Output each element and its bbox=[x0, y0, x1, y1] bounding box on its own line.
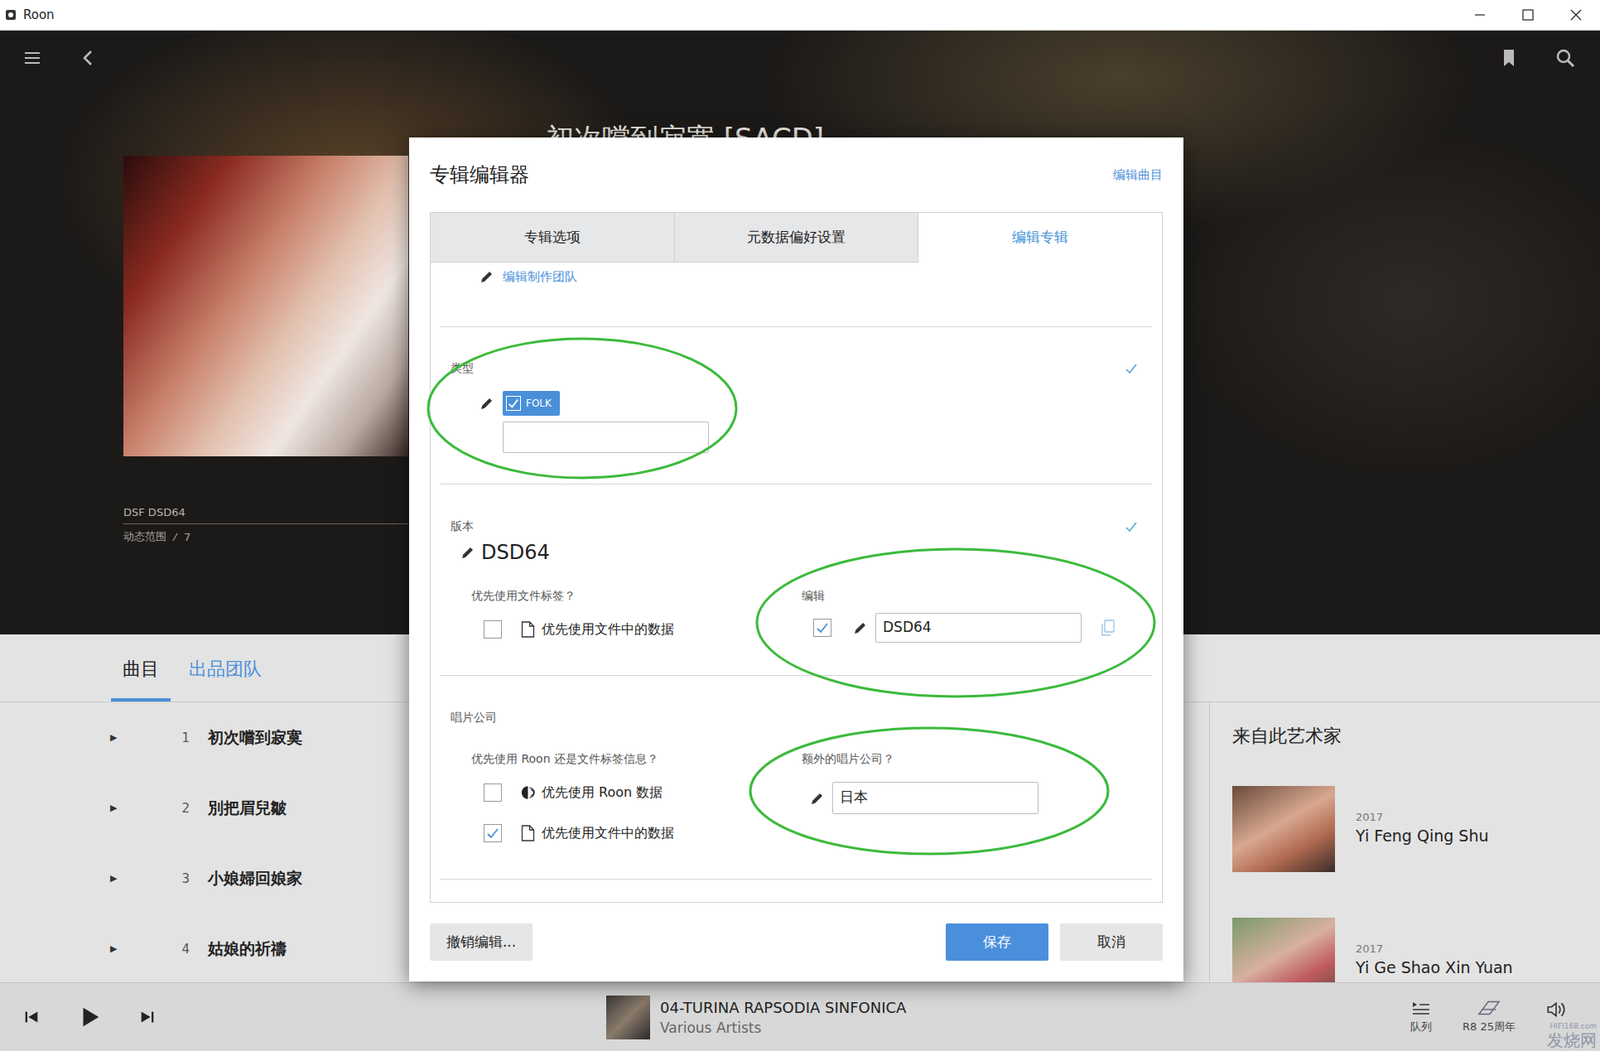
dialog-title: 专辑编辑器 bbox=[429, 161, 530, 188]
check-icon bbox=[815, 621, 829, 635]
album-thumbnail bbox=[1232, 785, 1335, 873]
file-icon bbox=[520, 824, 535, 842]
album-art bbox=[123, 155, 409, 457]
pencil-icon bbox=[461, 545, 475, 560]
close-icon[interactable] bbox=[1551, 0, 1600, 30]
file-icon bbox=[520, 621, 535, 638]
record-label-section: 唱片公司 优先使用 Roon 还是文件标签信息？ 优先使用 Roon 数据 优先… bbox=[430, 675, 1162, 879]
highlight-ellipse bbox=[756, 549, 1155, 697]
pencil-icon bbox=[853, 621, 868, 635]
copy-icon[interactable] bbox=[1101, 619, 1115, 637]
highlight-ellipse bbox=[428, 338, 737, 478]
artist-album[interactable]: 2017 Yi Ge Shao Xin Yuan bbox=[1232, 917, 1600, 983]
album-editor-dialog: 专辑编辑器 编辑曲目 专辑选项元数据偏好设置编辑专辑 编辑制作团队 类型 FOL… bbox=[409, 137, 1184, 982]
dynamic-range-icon bbox=[171, 532, 179, 542]
edit-panel: 编辑制作团队 类型 FOLK 版本 DSD64 优先使用文件标签？ 优先使用文件… bbox=[429, 262, 1163, 903]
logo-icon bbox=[1477, 999, 1501, 1017]
next-icon[interactable] bbox=[138, 1007, 157, 1027]
highlight-ellipse bbox=[750, 727, 1109, 854]
album-thumbnail bbox=[1232, 917, 1335, 983]
roon-logo-icon bbox=[4, 9, 17, 21]
title-bar: Roon bbox=[0, 0, 1600, 31]
prefer-file-option[interactable]: 优先使用文件中的数据 bbox=[450, 620, 802, 639]
track-play-icon[interactable]: ▶ bbox=[110, 943, 122, 955]
pencil-icon bbox=[810, 791, 825, 805]
dynamic-range: 动态范围 7 bbox=[123, 529, 409, 545]
genre-input[interactable] bbox=[502, 421, 709, 454]
page-tab[interactable]: 曲目 bbox=[110, 634, 171, 702]
search-icon[interactable] bbox=[1555, 48, 1576, 68]
checkbox[interactable] bbox=[813, 618, 832, 637]
checkbox[interactable] bbox=[483, 620, 502, 639]
dialog-tab[interactable]: 专辑选项 bbox=[429, 212, 675, 263]
window-title: Roon bbox=[23, 7, 55, 23]
edit-tracks-link[interactable]: 编辑曲目 bbox=[1113, 167, 1163, 184]
cancel-button[interactable]: 取消 bbox=[1060, 923, 1163, 961]
version-section: 版本 DSD64 优先使用文件标签？ 优先使用文件中的数据 编辑 DSD64 bbox=[430, 484, 1162, 675]
edit-credits-link[interactable]: 编辑制作团队 bbox=[502, 269, 578, 285]
revert-button[interactable]: 撤销编辑... bbox=[429, 923, 533, 961]
check-icon bbox=[507, 397, 520, 410]
previous-icon[interactable] bbox=[22, 1007, 41, 1027]
version-value: DSD64 bbox=[481, 540, 550, 564]
now-playing-thumbnail bbox=[606, 995, 651, 1040]
album-format: DSF DSD64 bbox=[123, 506, 409, 525]
player-bar: 04-TURINA RAPSODIA SINFONICA Various Art… bbox=[0, 982, 1600, 1051]
volume-icon[interactable] bbox=[1545, 998, 1567, 1021]
save-button[interactable]: 保存 bbox=[945, 923, 1049, 961]
artist-album[interactable]: 2017 Yi Feng Qing Shu bbox=[1232, 785, 1600, 873]
pencil-icon bbox=[480, 269, 494, 284]
back-icon[interactable] bbox=[78, 48, 99, 68]
queue-button[interactable]: 队列 bbox=[1409, 999, 1433, 1035]
bookmark-icon[interactable] bbox=[1498, 48, 1519, 68]
extra-label-input[interactable]: 日本 bbox=[832, 781, 1039, 815]
dialog-tab[interactable]: 编辑专辑 bbox=[918, 212, 1163, 263]
track-play-icon[interactable]: ▶ bbox=[110, 802, 122, 814]
pencil-icon bbox=[480, 396, 494, 410]
artist-panel: 来自此艺术家 2017 Yi Feng Qing Shu 2017 Yi Ge … bbox=[1209, 702, 1600, 983]
confirm-check-icon bbox=[1124, 520, 1138, 534]
label-source-option[interactable]: 优先使用 Roon 数据 bbox=[450, 783, 802, 802]
genre-section: 类型 FOLK bbox=[430, 327, 1162, 484]
minimize-icon[interactable] bbox=[1455, 0, 1504, 30]
confirm-check-icon bbox=[1124, 361, 1138, 376]
now-playing[interactable]: 04-TURINA RAPSODIA SINFONICA Various Art… bbox=[606, 995, 907, 1040]
maximize-icon[interactable] bbox=[1503, 0, 1552, 30]
label-source-option[interactable]: 优先使用文件中的数据 bbox=[450, 824, 802, 843]
checkbox[interactable] bbox=[483, 783, 502, 802]
play-icon[interactable] bbox=[77, 1004, 102, 1030]
version-input[interactable]: DSD64 bbox=[875, 612, 1082, 643]
check-icon bbox=[486, 826, 500, 840]
page-tab[interactable]: 出品团队 bbox=[177, 634, 274, 702]
track-play-icon[interactable]: ▶ bbox=[110, 872, 122, 884]
zone-button[interactable]: R8 25周年 bbox=[1462, 999, 1516, 1035]
genre-tag[interactable]: FOLK bbox=[502, 390, 560, 416]
screen: Roon DSF DSD64 动态范围 7 初次嚐到寂寞 [SACD] 曲目出品… bbox=[0, 0, 1600, 1051]
checkbox[interactable] bbox=[483, 824, 502, 843]
dialog-tab[interactable]: 元数据偏好设置 bbox=[674, 212, 920, 263]
roon-icon bbox=[520, 784, 535, 801]
menu-icon[interactable] bbox=[22, 48, 43, 68]
watermark: HIFI168.com 发烧网 bbox=[1546, 1022, 1597, 1050]
track-play-icon[interactable]: ▶ bbox=[110, 732, 122, 743]
queue-icon bbox=[1409, 999, 1433, 1017]
